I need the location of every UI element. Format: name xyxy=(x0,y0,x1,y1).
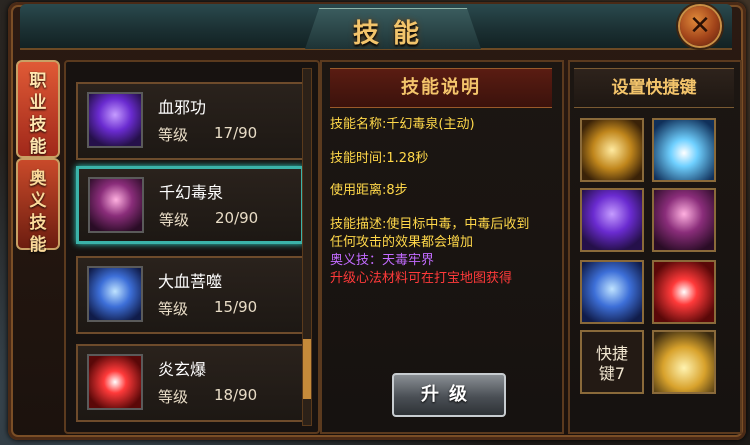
skill-level: 18/90 xyxy=(214,386,258,404)
skill-name: 千幻毒泉 xyxy=(159,183,224,202)
shortcut-slot-purple-spirit-icon[interactable] xyxy=(580,188,644,252)
skill-item-selected[interactable]: 千幻毒泉 等级 20/90 xyxy=(76,166,304,244)
skill-time-line: 技能时间:1.28秒 xyxy=(330,151,429,166)
shortcut-slot-golden-warrior-icon[interactable] xyxy=(580,118,644,182)
skill-level-label: 等级 xyxy=(158,300,189,318)
upgrade-button[interactable]: 升级 xyxy=(392,373,506,417)
shortcut-header: 设置快捷键 xyxy=(574,68,734,108)
tab-ultimate-skills[interactable]: 奥 义 技 能 xyxy=(16,158,60,255)
tab-label-char: 能 xyxy=(29,137,47,157)
skill-level-label: 等级 xyxy=(158,388,189,406)
skill-desc-line: 任何攻击的效果都会增加 xyxy=(330,235,474,250)
upgrade-hint-line: 升级心法材料可在打宝地图获得 xyxy=(330,271,513,286)
skill-item[interactable]: 炎玄爆 等级 18/90 xyxy=(76,344,304,422)
skill-name: 大血菩噬 xyxy=(158,272,223,291)
poison-skull-icon xyxy=(88,177,144,233)
close-button[interactable]: ✕ xyxy=(680,6,720,46)
tab-label-char: 职 xyxy=(29,71,47,91)
skill-level-label: 等级 xyxy=(158,126,189,144)
tab-label-char: 技 xyxy=(29,213,47,233)
purple-spirit-icon xyxy=(87,92,143,148)
tab-label-char: 业 xyxy=(29,93,47,113)
tab-label-char: 技 xyxy=(29,115,47,135)
skill-name: 血邪功 xyxy=(158,98,207,117)
blue-figures-icon xyxy=(87,266,143,322)
scrollbar-thumb[interactable] xyxy=(303,339,311,399)
shortcut-slot-label: 快捷 xyxy=(595,344,628,363)
ultimate-skill-line: 奥义技：天毒牢界 xyxy=(330,253,435,268)
skill-list[interactable]: 血邪功 等级 17/90 千幻毒泉 等级 20/90 大血菩噬 等级 15/90… xyxy=(64,60,320,434)
shortcut-panel: 设置快捷键 快捷 键7 xyxy=(568,60,742,434)
skill-item[interactable]: 大血菩噬 等级 15/90 xyxy=(76,256,304,334)
tab-label-char: 奥 xyxy=(29,169,47,189)
red-slash-icon xyxy=(87,354,143,410)
shortcut-slot-empty[interactable]: 快捷 键7 xyxy=(580,330,644,394)
skill-item[interactable]: 血邪功 等级 17/90 xyxy=(76,82,304,160)
tab-label-char: 义 xyxy=(29,191,47,211)
skill-list-scrollbar[interactable] xyxy=(302,68,312,426)
shortcut-slot-label: 键7 xyxy=(598,364,626,383)
shortcut-slot-blue-figures-icon[interactable] xyxy=(580,260,644,324)
window-title: 技能 xyxy=(352,19,433,49)
skill-name: 炎玄爆 xyxy=(158,360,207,379)
tab-label-char: 能 xyxy=(29,235,47,255)
shortcut-slot-potion-stack-icon[interactable] xyxy=(652,330,716,394)
skill-level: 15/90 xyxy=(214,298,258,316)
shortcut-slot-red-slash-icon[interactable] xyxy=(652,260,716,324)
skill-name-line: 技能名称:千幻毒泉(主动) xyxy=(330,117,475,132)
title-bar: 技能 xyxy=(20,4,732,50)
skill-range-line: 使用距离:8步 xyxy=(330,183,408,198)
description-header: 技能说明 xyxy=(330,68,552,108)
skill-level: 20/90 xyxy=(215,209,259,227)
close-icon: ✕ xyxy=(689,11,711,41)
shortcut-slot-lightning-icon[interactable] xyxy=(652,118,716,182)
skill-desc-line: 技能描述:使目标中毒，中毒后收到 xyxy=(330,217,530,232)
shortcut-slot-poison-skull-icon[interactable] xyxy=(652,188,716,252)
tab-class-skills[interactable]: 职 业 技 能 xyxy=(16,60,60,158)
skill-level: 17/90 xyxy=(214,124,258,142)
skill-level-label: 等级 xyxy=(159,211,190,229)
